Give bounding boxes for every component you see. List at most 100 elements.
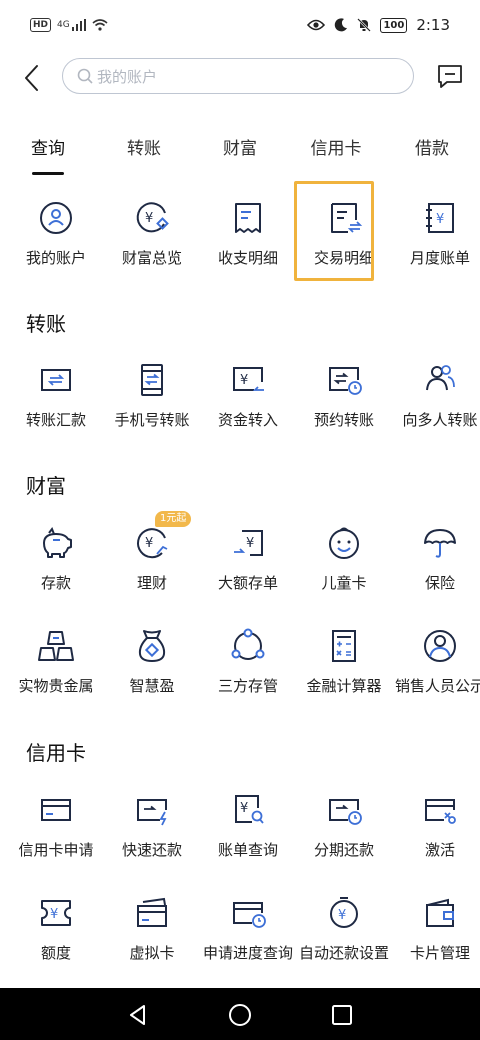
grid-item-fast-repay[interactable]: 快速还款: [104, 790, 200, 880]
category-tabs: 查询 转账 财富 信用卡 借款: [0, 126, 480, 176]
grid-item-activate[interactable]: 激活: [392, 790, 480, 880]
grid-item-label: 月度账单: [409, 249, 470, 267]
grid-item-transfer-remit[interactable]: 转账汇款: [8, 360, 104, 450]
grid-item-card-management[interactable]: 卡片管理: [392, 893, 480, 983]
phone-transfer-icon: [141, 364, 163, 396]
section-title-transfer: 转账: [26, 312, 66, 336]
grid-item-sales-disclosure[interactable]: 销售人员公示: [392, 626, 480, 716]
status-bar: HD 4G 100 2:13: [0, 0, 480, 56]
back-arrow-icon[interactable]: [20, 62, 44, 94]
auto-repay-icon: ¥: [330, 897, 358, 928]
grid-item-transaction-detail[interactable]: 交易明细: [296, 198, 392, 288]
fund-in-icon: ¥: [233, 367, 264, 391]
moon-icon: [335, 18, 348, 32]
grid-item-card-application[interactable]: 信用卡申请: [8, 790, 104, 880]
grid-item-scheduled-transfer[interactable]: 预约转账: [296, 360, 392, 450]
grid-item-bill-query[interactable]: ¥ 账单查询: [200, 790, 296, 880]
grid-item-wealth-overview[interactable]: ¥ 财富总览: [104, 198, 200, 288]
tab-wealth[interactable]: 财富: [192, 134, 288, 159]
grid-item-wealth-management[interactable]: ¥ 理财: [104, 523, 200, 613]
svg-text:¥: ¥: [240, 801, 248, 816]
status-right: 100 2:13: [307, 16, 450, 34]
hd-indicator: HD: [30, 18, 52, 32]
multi-person-icon: [426, 365, 455, 391]
money-bag-icon: [138, 630, 166, 662]
active-tab-indicator: [32, 172, 64, 175]
nav-recents-icon[interactable]: [329, 1002, 355, 1028]
grid-item-installment[interactable]: 分期还款: [296, 790, 392, 880]
grid-item-credit-limit[interactable]: ¥ 额度: [8, 893, 104, 983]
triangle-nodes-icon: [231, 628, 265, 660]
grid-item-third-party-custody[interactable]: 三方存管: [200, 626, 296, 716]
virtual-card-icon: [137, 897, 167, 927]
tab-credit-card[interactable]: 信用卡: [288, 134, 384, 159]
grid-item-calculator[interactable]: 金融计算器: [296, 626, 392, 716]
transfer-card-icon: [41, 369, 71, 391]
search-icon: [77, 68, 93, 84]
grid-item-my-account[interactable]: 我的账户: [8, 198, 104, 288]
monthly-bill-icon: ¥: [426, 203, 454, 233]
grid-item-insurance[interactable]: 保险: [392, 523, 480, 613]
tab-loan[interactable]: 借款: [384, 134, 480, 159]
tab-transfer[interactable]: 转账: [96, 134, 192, 159]
grid-item-smart-earn[interactable]: 智慧盈: [104, 626, 200, 716]
receipt-icon: [235, 203, 261, 233]
large-deposit-icon: ¥: [234, 530, 263, 556]
search-input[interactable]: 我的账户: [62, 58, 414, 94]
svg-text:¥: ¥: [145, 536, 153, 551]
wealth-management-icon: ¥: [137, 528, 168, 559]
grid-item-income-expense[interactable]: 收支明细: [200, 198, 296, 288]
wallet-icon: [426, 898, 454, 927]
section-title-wealth: 财富: [26, 474, 66, 498]
signal-icon: [71, 19, 86, 31]
fast-repay-icon: [137, 799, 167, 826]
grid-item-deposit[interactable]: 存款: [8, 523, 104, 613]
grid-item-label: 财富总览: [121, 249, 182, 267]
grid-item-label: 卡片管理: [409, 944, 470, 962]
grid-item-virtual-card[interactable]: 虚拟卡: [104, 893, 200, 983]
tab-query[interactable]: 查询: [0, 134, 96, 159]
grid-item-phone-transfer[interactable]: 手机号转账: [104, 360, 200, 450]
grid-item-label: 向多人转账: [402, 411, 478, 429]
nav-home-icon[interactable]: [227, 1002, 253, 1028]
svg-text:¥: ¥: [436, 212, 444, 227]
grid-item-label: 手机号转账: [114, 411, 190, 429]
grid-item-label: 虚拟卡: [129, 944, 175, 962]
svg-text:¥: ¥: [145, 211, 153, 226]
wifi-icon: [92, 19, 108, 31]
svg-text:¥: ¥: [50, 907, 58, 922]
grid-item-label: 保险: [424, 574, 455, 592]
yen-coin-icon: ¥: [136, 202, 169, 233]
grid-item-precious-metals[interactable]: 实物贵金属: [8, 626, 104, 716]
grid-item-large-deposit[interactable]: ¥ 大额存单: [200, 523, 296, 613]
grid-item-label: 收支明细: [217, 249, 278, 267]
grid-item-auto-repay[interactable]: ¥ 自动还款设置: [296, 893, 392, 983]
umbrella-icon: [424, 529, 456, 558]
grid-item-label: 分期还款: [313, 841, 374, 859]
grid-item-label: 智慧盈: [129, 677, 175, 695]
message-icon[interactable]: [436, 62, 464, 90]
grid-item-label: 我的账户: [25, 249, 86, 267]
header: 我的账户: [0, 56, 480, 100]
credit-card-icon: [41, 799, 71, 821]
battery-indicator: 100: [380, 17, 408, 33]
transaction-detail-icon: [331, 203, 363, 233]
salesperson-icon: [424, 630, 456, 662]
grid-item-label: 销售人员公示: [394, 677, 480, 695]
grid-item-label: 资金转入: [217, 411, 278, 429]
grid-item-label: 实物贵金属: [18, 677, 94, 695]
search-placeholder: 我的账户: [97, 67, 158, 86]
grid-item-monthly-bill[interactable]: ¥ 月度账单: [392, 198, 480, 288]
grid-item-child-card[interactable]: 儿童卡: [296, 523, 392, 613]
grid-item-label: 三方存管: [217, 677, 278, 695]
grid-item-label: 预约转账: [313, 411, 374, 429]
grid-item-fund-in[interactable]: ¥ 资金转入: [200, 360, 296, 450]
activate-card-icon: [425, 799, 456, 824]
grid-item-multi-transfer[interactable]: 向多人转账: [392, 360, 480, 450]
grid-item-label: 理财: [136, 574, 167, 592]
piggy-bank-icon: [43, 526, 72, 558]
grid-item-application-progress[interactable]: 申请进度查询: [200, 893, 296, 983]
system-nav-bar: [0, 988, 480, 1040]
nav-back-icon[interactable]: [125, 1002, 151, 1028]
eye-icon: [307, 19, 326, 31]
